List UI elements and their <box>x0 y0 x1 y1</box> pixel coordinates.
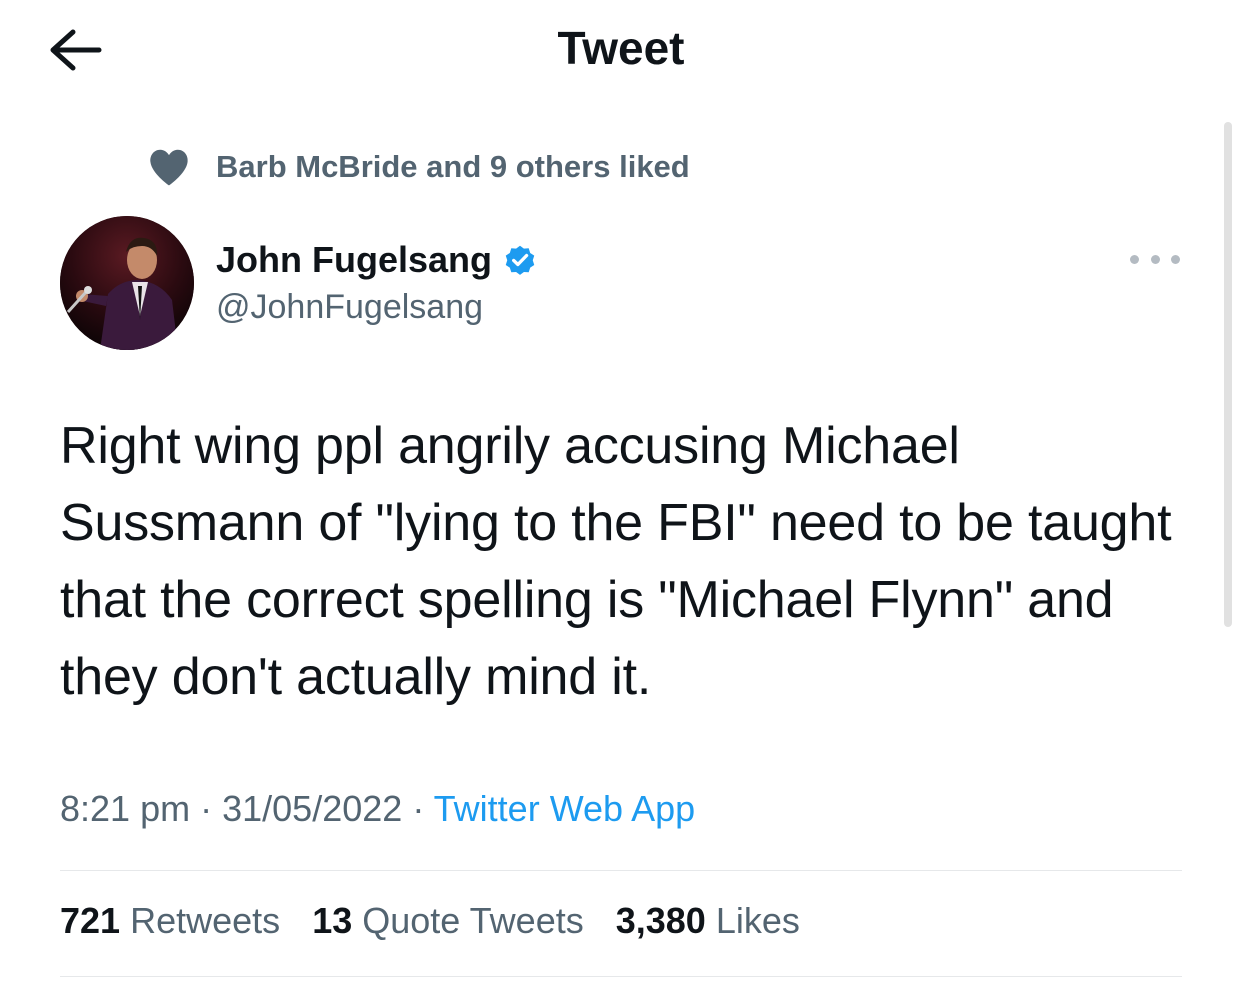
tweet-text: Right wing ppl angrily accusing Michael … <box>60 417 1172 706</box>
meta-separator: · <box>200 788 213 829</box>
tweet-stats: 721 Retweets 13 Quote Tweets 3,380 Likes <box>60 900 822 942</box>
likes-stat[interactable]: 3,380 Likes <box>616 900 800 942</box>
more-options-button[interactable] <box>1130 246 1180 272</box>
social-context[interactable]: Barb McBride and 9 others liked <box>146 142 690 192</box>
retweets-count: 721 <box>60 900 121 941</box>
avatar-photo <box>60 216 194 350</box>
scrollbar[interactable] <box>1224 122 1232 627</box>
likes-label: Likes <box>715 900 800 941</box>
quote-tweets-label: Quote Tweets <box>362 900 584 941</box>
page-title: Tweet <box>557 22 685 74</box>
more-dot-icon <box>1171 254 1180 264</box>
quote-tweets-count: 13 <box>312 900 353 941</box>
social-context-text: Barb McBride and 9 others liked <box>216 149 690 184</box>
tweet-date[interactable]: 31/05/2022 <box>222 788 402 829</box>
divider <box>60 976 1182 977</box>
top-bar: Tweet <box>0 0 1242 110</box>
author-name-row[interactable]: John Fugelsang <box>216 236 538 284</box>
tweet-time[interactable]: 8:21 pm <box>60 788 190 829</box>
quote-tweets-stat[interactable]: 13 Quote Tweets <box>312 900 584 942</box>
tweet-source-link[interactable]: Twitter Web App <box>434 788 695 829</box>
retweets-stat[interactable]: 721 Retweets <box>60 900 280 942</box>
more-dot-icon <box>1130 254 1139 264</box>
heart-icon <box>150 149 188 186</box>
retweets-label: Retweets <box>130 900 281 941</box>
meta-separator: · <box>412 788 425 829</box>
likes-count: 3,380 <box>615 900 706 941</box>
more-dot-icon <box>1150 254 1160 264</box>
tweet-meta: 8:21 pm · 31/05/2022 · Twitter Web App <box>60 788 695 830</box>
author-handle[interactable]: @JohnFugelsang <box>216 288 483 327</box>
author-name[interactable]: John Fugelsang <box>216 239 492 281</box>
divider <box>60 870 1182 871</box>
avatar[interactable] <box>60 216 194 350</box>
verified-badge-icon <box>505 245 535 275</box>
